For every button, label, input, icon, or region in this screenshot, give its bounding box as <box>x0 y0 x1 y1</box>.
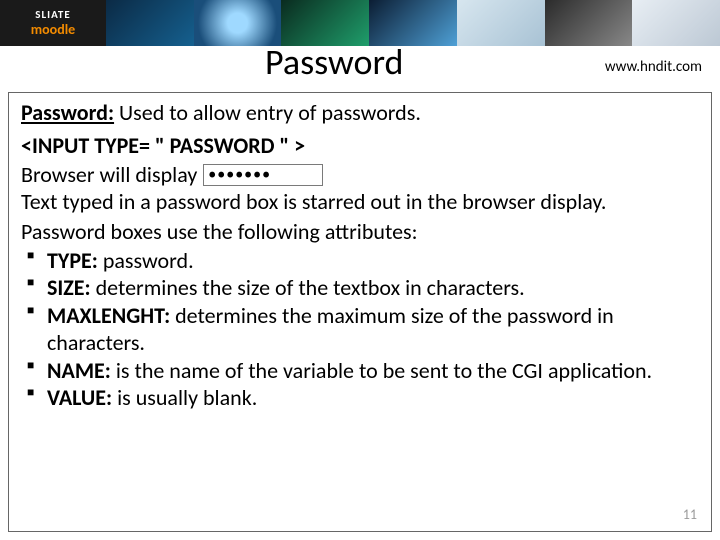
attr-key: SIZE: <box>47 274 91 301</box>
code-line: <INPUT TYPE= " PASSWORD " > <box>21 132 701 159</box>
header-url: www.hndit.com <box>605 58 702 76</box>
banner-cell <box>106 0 194 46</box>
content-box: Password: Used to allow entry of passwor… <box>8 92 712 532</box>
browser-display-row: Browser will display ••••••• <box>21 161 701 188</box>
banner-strip <box>106 0 720 46</box>
page-number: 11 <box>683 506 697 523</box>
attr-key: NAME: <box>47 357 111 384</box>
banner-cell <box>632 0 720 46</box>
attribute-list: TYPE: password. SIZE: determines the siz… <box>21 247 701 412</box>
banner-cell <box>545 0 633 46</box>
list-item: NAME: is the name of the variable to be … <box>21 357 701 385</box>
logo-line2: moodle <box>31 21 75 38</box>
attr-key: MAXLENGHT: <box>47 302 170 329</box>
lead-key: Password: <box>21 99 114 126</box>
paragraph-1: Text typed in a password box is starred … <box>21 188 701 216</box>
attr-text: is the name of the variable to be sent t… <box>111 357 652 384</box>
list-item: SIZE: determines the size of the textbox… <box>21 274 701 302</box>
list-item: MAXLENGHT: determines the maximum size o… <box>21 302 701 357</box>
banner-cell <box>457 0 545 46</box>
attr-key: TYPE: <box>47 247 98 274</box>
browser-label: Browser will display <box>21 161 197 188</box>
password-dots: ••••••• <box>208 165 271 184</box>
slide-title: Password <box>265 40 403 84</box>
list-item: TYPE: password. <box>21 247 701 275</box>
attr-text: determines the size of the textbox in ch… <box>91 274 525 301</box>
attr-text: is usually blank. <box>112 384 257 411</box>
list-item: VALUE: is usually blank. <box>21 384 701 412</box>
attr-key: VALUE: <box>47 384 112 411</box>
title-bar: Password www.hndit.com <box>0 46 720 92</box>
logo: SLIATE moodle <box>0 0 106 46</box>
logo-line1: SLIATE <box>35 8 70 21</box>
attr-text: password. <box>98 247 194 274</box>
lead-rest: Used to allow entry of passwords. <box>114 99 421 126</box>
lead-line: Password: Used to allow entry of passwor… <box>21 99 701 126</box>
password-box-sample: ••••••• <box>203 164 323 186</box>
slide: SLIATE moodle Password www.hndit.com Pas… <box>0 0 720 540</box>
attr-intro: Password boxes use the following attribu… <box>21 218 701 245</box>
